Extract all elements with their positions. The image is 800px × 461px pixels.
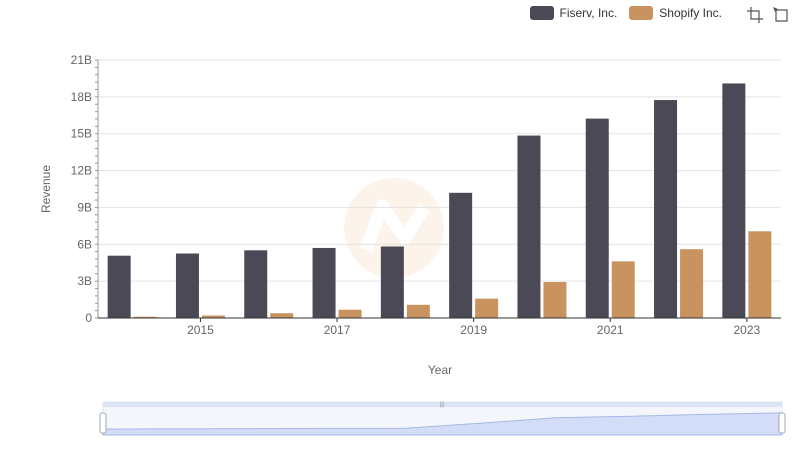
data-zoom-slider[interactable]: ||| bbox=[99, 401, 786, 436]
bar-shopify-2017 bbox=[338, 309, 362, 318]
bar-fiserv-2021 bbox=[585, 118, 609, 318]
y-tick-label: 21B bbox=[71, 53, 92, 67]
x-tick-label: 2019 bbox=[460, 323, 487, 337]
zoom-grip-icon[interactable]: ||| bbox=[440, 402, 445, 408]
y-axis-label: Revenue bbox=[39, 165, 53, 213]
bar-fiserv-2016 bbox=[244, 250, 268, 318]
bar-shopify-2021 bbox=[611, 261, 635, 318]
bar-fiserv-2014 bbox=[107, 255, 131, 318]
zoom-handle-right[interactable] bbox=[778, 412, 786, 434]
bar-shopify-2022 bbox=[680, 249, 704, 318]
bar-shopify-2016 bbox=[270, 313, 294, 318]
y-tick-label: 6B bbox=[77, 237, 92, 251]
x-tick-label: 2023 bbox=[733, 323, 760, 337]
y-tick-label: 0 bbox=[85, 311, 92, 325]
bar-shopify-2020 bbox=[543, 282, 567, 318]
bar-fiserv-2020 bbox=[517, 135, 541, 318]
x-tick-label: 2017 bbox=[324, 323, 351, 337]
y-tick-label: 18B bbox=[71, 90, 92, 104]
y-tick-label: 3B bbox=[77, 274, 92, 288]
y-tick-label: 15B bbox=[71, 127, 92, 141]
bar-fiserv-2018 bbox=[380, 246, 404, 318]
bar-shopify-2023 bbox=[748, 231, 772, 318]
bar-fiserv-2019 bbox=[449, 192, 473, 318]
bar-fiserv-2015 bbox=[175, 253, 199, 318]
bar-chart: 03B6B9B12B15B18B21B2015 2017 2019 2021 2023 … bbox=[39, 53, 786, 436]
zoom-handle-left[interactable] bbox=[99, 412, 107, 434]
bar-shopify-2018 bbox=[406, 304, 430, 318]
bar-fiserv-2017 bbox=[312, 247, 336, 318]
bar-fiserv-2022 bbox=[654, 100, 678, 319]
x-tick-label: 2021 bbox=[597, 323, 624, 337]
x-axis-label: Year bbox=[428, 363, 452, 377]
y-tick-label: 12B bbox=[71, 164, 92, 178]
bar-fiserv-2023 bbox=[722, 83, 746, 318]
bar-shopify-2019 bbox=[475, 298, 499, 318]
y-tick-label: 9B bbox=[77, 200, 92, 214]
x-tick-label: 2015 bbox=[187, 323, 214, 337]
